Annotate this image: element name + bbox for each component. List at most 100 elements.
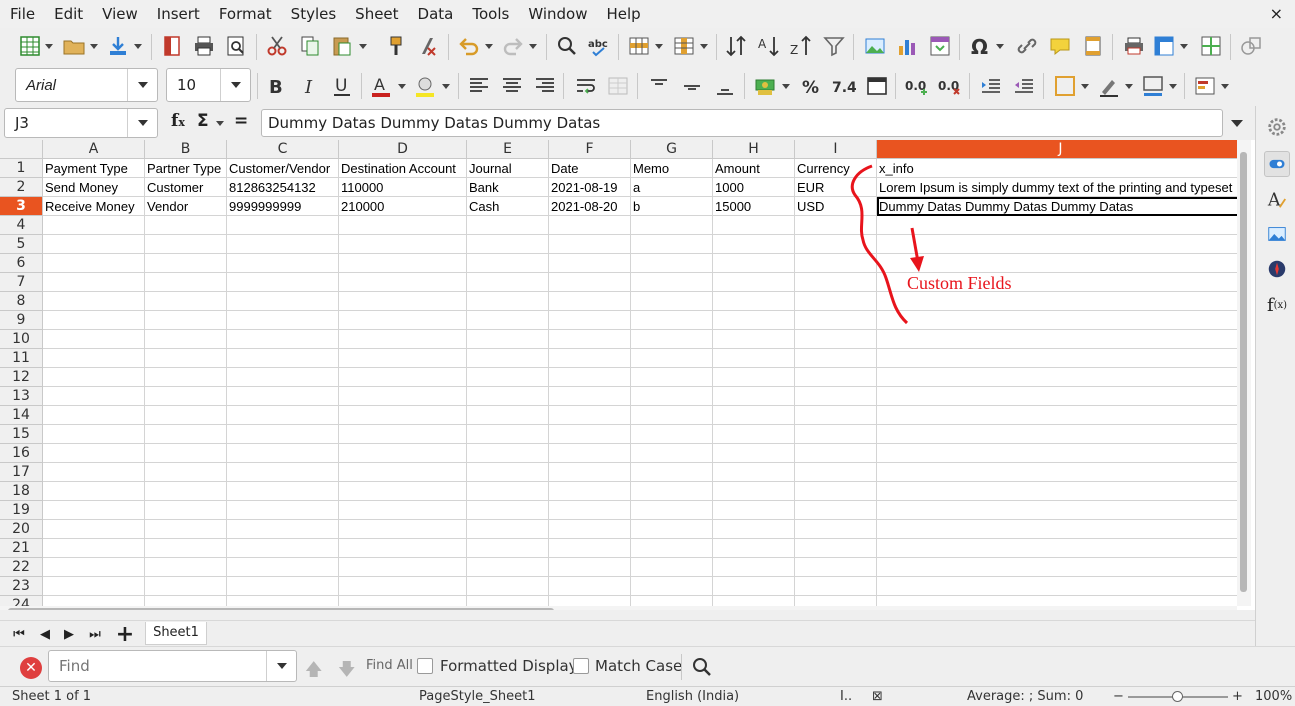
- cell[interactable]: [43, 330, 145, 349]
- cell[interactable]: [631, 311, 713, 330]
- header-cell[interactable]: Customer/Vendor: [227, 159, 339, 178]
- insert-image-icon[interactable]: [861, 32, 889, 60]
- cell[interactable]: b: [631, 197, 713, 216]
- cell[interactable]: [227, 425, 339, 444]
- cell[interactable]: [145, 425, 227, 444]
- cell[interactable]: [339, 482, 467, 501]
- cell[interactable]: [795, 425, 877, 444]
- cell[interactable]: [713, 216, 795, 235]
- menu-help[interactable]: Help: [596, 0, 649, 28]
- insert-row-icon[interactable]: [625, 32, 653, 60]
- pivot-table-icon[interactable]: [926, 32, 954, 60]
- open-folder-icon[interactable]: [60, 32, 88, 60]
- cell[interactable]: [43, 482, 145, 501]
- row-header[interactable]: 21: [0, 539, 43, 558]
- menu-sheet[interactable]: Sheet: [345, 0, 407, 28]
- cell[interactable]: 110000: [339, 178, 467, 197]
- open-dropdown[interactable]: [89, 32, 99, 60]
- cell[interactable]: [631, 368, 713, 387]
- menu-view[interactable]: View: [92, 0, 147, 28]
- language[interactable]: English (India): [646, 687, 739, 706]
- cell[interactable]: [549, 577, 631, 596]
- find-replace-icon[interactable]: [553, 32, 581, 60]
- cell[interactable]: [713, 273, 795, 292]
- row-header[interactable]: 20: [0, 520, 43, 539]
- borders-icon[interactable]: [1051, 72, 1079, 100]
- clone-formatting-icon[interactable]: [382, 32, 410, 60]
- cell[interactable]: [145, 577, 227, 596]
- sum-icon[interactable]: Σ: [197, 111, 209, 131]
- cell[interactable]: [43, 311, 145, 330]
- cell[interactable]: [227, 311, 339, 330]
- cell[interactable]: [877, 349, 1237, 368]
- cell[interactable]: [227, 368, 339, 387]
- insert-column-dropdown[interactable]: [699, 32, 709, 60]
- cell[interactable]: [227, 292, 339, 311]
- cell[interactable]: [467, 444, 549, 463]
- cell[interactable]: [549, 406, 631, 425]
- function-wizard-icon[interactable]: fx: [171, 111, 185, 131]
- cell[interactable]: [339, 501, 467, 520]
- cell[interactable]: [631, 520, 713, 539]
- cell[interactable]: [631, 235, 713, 254]
- decrease-indent-icon[interactable]: [1010, 72, 1038, 100]
- cell[interactable]: [877, 463, 1237, 482]
- currency-format-icon[interactable]: [751, 72, 779, 100]
- cell[interactable]: [795, 539, 877, 558]
- name-box[interactable]: J3: [4, 108, 158, 138]
- insert-row-dropdown[interactable]: [654, 32, 664, 60]
- match-case-checkbox[interactable]: [573, 658, 589, 674]
- find-previous-icon[interactable]: 🡅: [305, 657, 322, 686]
- cell[interactable]: [713, 368, 795, 387]
- cell[interactable]: [339, 425, 467, 444]
- cell[interactable]: [227, 482, 339, 501]
- cell[interactable]: [467, 520, 549, 539]
- cell[interactable]: [227, 501, 339, 520]
- sidebar-navigator-icon[interactable]: [1264, 256, 1290, 282]
- cell[interactable]: [795, 368, 877, 387]
- split-window-icon[interactable]: [1197, 32, 1225, 60]
- menu-window[interactable]: Window: [518, 0, 596, 28]
- cell[interactable]: [43, 425, 145, 444]
- row-header[interactable]: 13: [0, 387, 43, 406]
- cell[interactable]: [145, 387, 227, 406]
- cell[interactable]: [227, 273, 339, 292]
- cell[interactable]: [145, 273, 227, 292]
- cell[interactable]: [227, 330, 339, 349]
- cell[interactable]: [339, 387, 467, 406]
- find-history-dropdown[interactable]: [266, 651, 296, 681]
- header-cell[interactable]: x_info: [877, 159, 1237, 178]
- cell[interactable]: [549, 349, 631, 368]
- cell[interactable]: Cash: [467, 197, 549, 216]
- cell[interactable]: [795, 235, 877, 254]
- row-header[interactable]: 3: [0, 197, 43, 216]
- underline-icon[interactable]: U: [328, 72, 356, 100]
- selection-summary[interactable]: Average: ; Sum: 0: [967, 687, 1083, 706]
- cell[interactable]: a: [631, 178, 713, 197]
- highlight-color-icon[interactable]: [411, 72, 439, 100]
- cell[interactable]: [227, 387, 339, 406]
- find-input[interactable]: [49, 651, 266, 681]
- sort-icon[interactable]: [722, 32, 750, 60]
- cell[interactable]: [631, 539, 713, 558]
- cell[interactable]: [795, 387, 877, 406]
- header-cell[interactable]: Date: [549, 159, 631, 178]
- menu-edit[interactable]: Edit: [44, 0, 92, 28]
- cell[interactable]: [43, 501, 145, 520]
- cell[interactable]: [549, 292, 631, 311]
- zoom-slider-knob[interactable]: [1172, 691, 1183, 702]
- cell[interactable]: [339, 273, 467, 292]
- cell[interactable]: [877, 368, 1237, 387]
- cell[interactable]: [43, 387, 145, 406]
- column-header[interactable]: I: [795, 140, 877, 159]
- row-header[interactable]: 19: [0, 501, 43, 520]
- show-draw-functions-icon[interactable]: [1237, 32, 1265, 60]
- sort-ascending-icon[interactable]: A: [755, 32, 783, 60]
- cell[interactable]: [467, 368, 549, 387]
- border-style-icon[interactable]: [1095, 72, 1123, 100]
- cell[interactable]: [227, 216, 339, 235]
- cell[interactable]: [43, 273, 145, 292]
- horizontal-scrollbar[interactable]: [0, 606, 1237, 610]
- cell[interactable]: 15000: [713, 197, 795, 216]
- row-header[interactable]: 4: [0, 216, 43, 235]
